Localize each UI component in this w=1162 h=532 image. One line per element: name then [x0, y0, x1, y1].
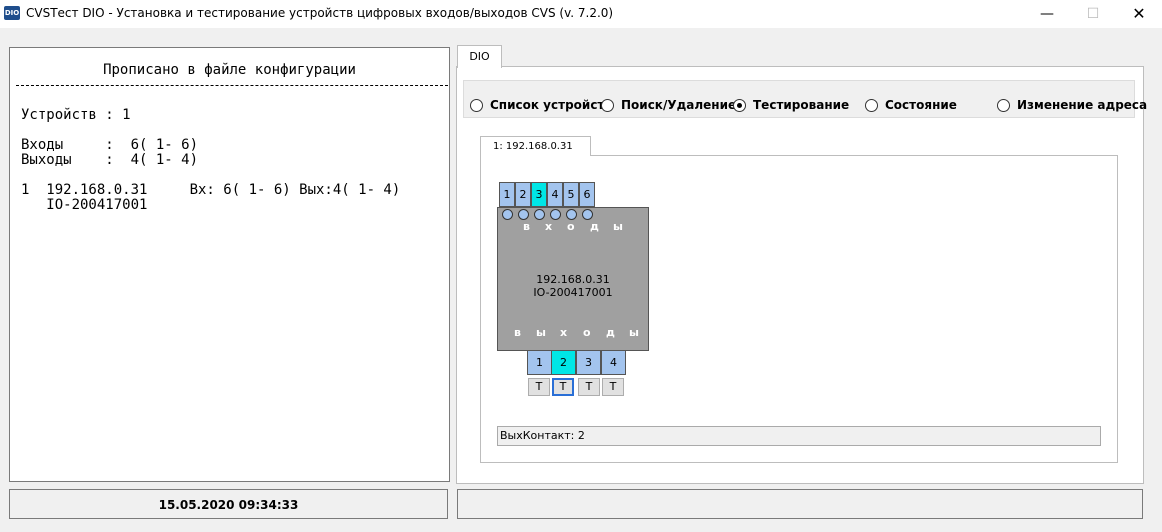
radio-device-list[interactable]: Список устройств	[470, 97, 612, 113]
datetime-status: 15.05.2020 09:34:33	[9, 489, 448, 519]
input-led-1	[502, 209, 513, 220]
device-line-2: IO-200417001	[21, 197, 148, 213]
input-cell-3[interactable]: 3	[531, 182, 547, 207]
config-separator	[16, 85, 448, 86]
config-header: Прописано в файле конфигурации	[103, 62, 356, 78]
input-led-5	[566, 209, 577, 220]
outputs-label-letter: ы	[536, 326, 546, 339]
inputs-label-letter: д	[590, 220, 599, 233]
minimize-button[interactable]: —	[1024, 0, 1070, 28]
app-icon: DIO	[4, 6, 20, 20]
input-cell-6[interactable]: 6	[579, 182, 595, 207]
output-cell-1[interactable]: 1	[527, 350, 552, 375]
input-led-6	[582, 209, 593, 220]
outputs-line: Выходы : 4( 1- 4)	[21, 152, 199, 168]
input-cell-1[interactable]: 1	[499, 182, 515, 207]
radio-search-delete[interactable]: Поиск/Удаление	[601, 97, 736, 113]
radio-indicator[interactable]	[601, 98, 614, 112]
outputs-label-letter: в	[514, 326, 521, 339]
input-led-4	[550, 209, 561, 220]
output-cell-3[interactable]: 3	[576, 350, 601, 375]
radio-indicator[interactable]	[865, 98, 878, 112]
title-bar: DIO CVSTест DIO - Установка и тестирован…	[0, 0, 1162, 28]
radio-change-address[interactable]: Изменение адреса	[997, 97, 1147, 113]
device-id: IO-200417001	[533, 286, 613, 299]
outputs-label-letter: х	[560, 326, 568, 339]
outputs-label-letter: ы	[629, 326, 639, 339]
config-text-panel: Прописано в файле конфигурации Устройств…	[9, 47, 450, 482]
radio-label: Список устройств	[490, 98, 612, 112]
output-cell-4[interactable]: 4	[601, 350, 626, 375]
test-output-1-button[interactable]: T	[528, 378, 550, 396]
radio-indicator[interactable]	[733, 98, 746, 112]
outputs-label-letter: о	[583, 326, 591, 339]
message-field: ВыхКонтакт: 2	[497, 426, 1101, 446]
input-led-2	[518, 209, 529, 220]
outputs-label-letter: д	[606, 326, 615, 339]
input-cell-4[interactable]: 4	[547, 182, 563, 207]
tab-dio[interactable]: DIO	[457, 45, 502, 68]
close-button[interactable]: ✕	[1116, 0, 1162, 28]
window-title: CVSTест DIO - Установка и тестирование у…	[26, 6, 614, 20]
inputs-label-letter: о	[567, 220, 575, 233]
radio-label: Изменение адреса	[1017, 98, 1148, 112]
test-output-3-button[interactable]: T	[578, 378, 600, 396]
input-led-3	[534, 209, 545, 220]
input-cell-2[interactable]: 2	[515, 182, 531, 207]
test-output-4-button[interactable]: T	[602, 378, 624, 396]
device-ip: 192.168.0.31	[536, 273, 610, 286]
tab-device-1[interactable]: 1: 192.168.0.31	[480, 136, 591, 156]
output-cell-2[interactable]: 2	[551, 350, 576, 375]
status-bar-right	[457, 489, 1143, 519]
radio-indicator[interactable]	[997, 98, 1010, 112]
radio-label: Состояние	[885, 98, 957, 112]
input-cell-5[interactable]: 5	[563, 182, 579, 207]
maximize-button[interactable]: ☐	[1070, 0, 1116, 28]
device-line-1: 1 192.168.0.31 Вх: 6( 1- 6) Вых:4( 1- 4)	[21, 182, 401, 198]
devices-count-line: Устройств : 1	[21, 107, 131, 123]
radio-testing[interactable]: Тестирование	[733, 97, 849, 113]
radio-label: Поиск/Удаление	[621, 98, 737, 112]
inputs-label-letter: х	[545, 220, 553, 233]
test-output-2-button[interactable]: T	[552, 378, 574, 396]
radio-indicator[interactable]	[470, 98, 483, 112]
inputs-label-letter: ы	[613, 220, 623, 233]
radio-label: Тестирование	[753, 98, 850, 112]
radio-state[interactable]: Состояние	[865, 97, 957, 113]
inputs-line: Входы : 6( 1- 6)	[21, 137, 199, 153]
inputs-label-letter: в	[523, 220, 530, 233]
